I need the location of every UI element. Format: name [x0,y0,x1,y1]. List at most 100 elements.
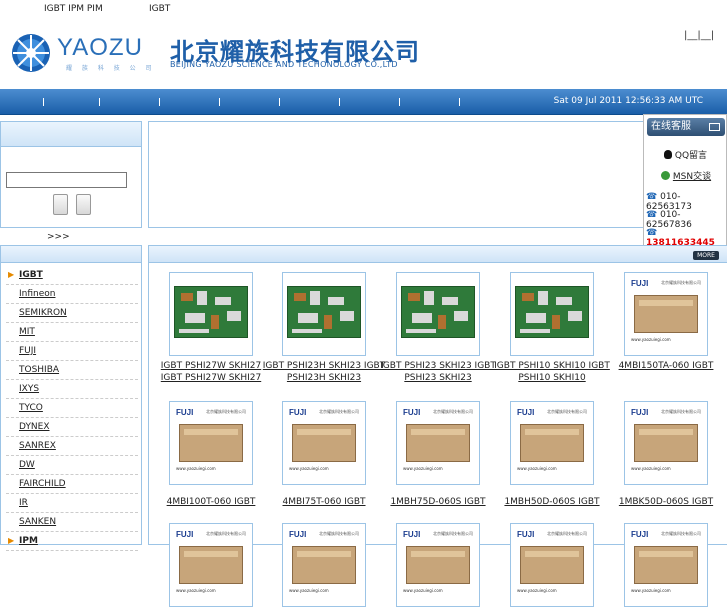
category-item-ipm[interactable]: ▶ IPM [6,532,138,551]
category-link[interactable]: MIT [19,327,35,337]
module-company-text: 北京耀族科技有限公司 [206,409,246,414]
logo-text-yaozu: YAOZU [57,34,143,61]
product-name-link[interactable]: IGBT PSHI10 SKHI10 IGBT PSHI10 SKHI10 [490,360,614,384]
category-link[interactable]: SANKEN [19,517,56,527]
product-thumbnail[interactable] [169,272,253,356]
product-name-link[interactable]: IGBT PSHI23H SKHI23 IGBT PSHI23H SKHI23 [262,360,386,384]
category-item-igbt[interactable]: ▶ IGBT [6,266,138,285]
product-thumbnail[interactable]: FUJI 北京耀族科技有限公司 www.yaozuiegi.com [169,523,253,607]
category-item-dw[interactable]: DW [6,456,138,475]
login-more-link[interactable]: >>> [47,232,70,242]
igbt-module-image: FUJI 北京耀族科技有限公司 www.yaozuiegi.com [286,406,362,480]
arrow-right-icon: ▶ [8,270,15,279]
service-title: 在线客服 [651,121,691,132]
msn-chat-link[interactable]: MSN交谈 [661,169,711,182]
category-link[interactable]: DW [19,460,35,470]
module-company-text: 北京耀族科技有限公司 [661,531,701,536]
nav-separator [43,98,44,106]
product-thumbnail[interactable]: FUJI 北京耀族科技有限公司 www.yaozuiegi.com [510,523,594,607]
igbt-module-image: FUJI 北京耀族科技有限公司 www.yaozuiegi.com [173,406,249,480]
product-name-link[interactable]: 4MBI150TA-060 IGBT [604,360,727,372]
product-thumbnail[interactable]: FUJI 北京耀族科技有限公司 www.yaozuiegi.com [624,523,708,607]
circuit-board-image [401,286,475,338]
service-header: 在线客服 [647,118,725,136]
module-company-text: 北京耀族科技有限公司 [319,409,359,414]
category-panel: ▶ IGBT Infineon SEMIKRON MIT FUJI TOSHIBA… [0,245,142,551]
product-name-link[interactable]: IGBT PSHI23 SKHI23 IGBT PSHI23 SKHI23 [376,360,500,384]
more-button[interactable]: MORE [693,251,719,260]
top-link-igbt[interactable]: IGBT [149,4,170,14]
category-link[interactable]: Infineon [19,289,55,299]
igbt-module-image: FUJI 北京耀族科技有限公司 www.yaozuiegi.com [400,406,476,480]
category-item-semikron[interactable]: SEMIKRON [6,304,138,323]
product-thumbnail[interactable]: FUJI 北京耀族科技有限公司 www.yaozuiegi.com [624,272,708,356]
category-link[interactable]: FAIRCHILD [19,479,66,489]
product-thumbnail[interactable] [282,272,366,356]
top-bar: IGBT IPM PIM IGBT [0,0,727,20]
category-item-sanrex[interactable]: SANREX [6,437,138,456]
product-thumbnail[interactable]: FUJI 北京耀族科技有限公司 www.yaozuiegi.com [282,523,366,607]
product-thumbnail[interactable]: FUJI 北京耀族科技有限公司 www.yaozuiegi.com [396,523,480,607]
category-link[interactable]: SEMIKRON [19,308,67,318]
nav-datetime: Sat 09 Jul 2011 12:56:33 AM UTC [553,96,703,106]
phone-1: ☎ 010-62563173 [646,192,726,212]
login-button[interactable] [53,194,68,215]
product-name-link[interactable]: IGBT PSHI27W SKHI27 IGBT PSHI27W SKHI27 [149,360,273,384]
category-item-fairchild[interactable]: FAIRCHILD [6,475,138,494]
category-item-ixys[interactable]: IXYS [6,380,138,399]
product-thumbnail[interactable]: FUJI 北京耀族科技有限公司 www.yaozuiegi.com [282,401,366,485]
main-nav: Sat 09 Jul 2011 12:56:33 AM UTC [0,89,727,115]
category-item-infineon[interactable]: Infineon [6,285,138,304]
header-links[interactable]: |__|__| [684,30,714,41]
fuji-brand-text: FUJI [631,279,649,288]
category-link[interactable]: IR [19,498,28,508]
category-item-ir[interactable]: IR [6,494,138,513]
category-link[interactable]: FUJI [19,346,36,356]
product-name-link[interactable]: 1MBH75D-060S IGBT [376,496,500,508]
mail-icon [709,123,720,131]
phone-2: ☎ 010-62567836 [646,210,726,230]
category-link[interactable]: SANREX [19,441,56,451]
module-body [179,424,243,462]
product-thumbnail[interactable]: FUJI 北京耀族科技有限公司 www.yaozuiegi.com [510,401,594,485]
category-item-toshiba[interactable]: TOSHIBA [6,361,138,380]
starburst-logo-icon [12,34,50,72]
register-button[interactable] [76,194,91,215]
product-name-link[interactable]: 4MBI100T-060 IGBT [149,496,273,508]
category-link[interactable]: TYCO [19,403,43,413]
category-item-fuji[interactable]: FUJI [6,342,138,361]
product-name-link[interactable]: 1MBH50D-060S IGBT [490,496,614,508]
login-panel [0,121,142,228]
nav-separator [99,98,100,106]
category-item-dynex[interactable]: DYNEX [6,418,138,437]
category-link[interactable]: IGBT [19,270,43,280]
module-company-text: 北京耀族科技有限公司 [433,409,473,414]
category-item-mit[interactable]: MIT [6,323,138,342]
fuji-brand-text: FUJI [631,408,649,417]
category-link[interactable]: IXYS [19,384,39,394]
login-panel-header [1,122,141,147]
category-link[interactable]: TOSHIBA [19,365,59,375]
login-input[interactable] [6,172,127,188]
company-logo[interactable]: YAOZU 耀 族 科 技 公 司 北京耀族科技有限公司 BEIJING YAO… [10,30,420,76]
product-name-link[interactable]: 1MBK50D-060S IGBT [604,496,727,508]
module-body [520,424,584,462]
category-link[interactable]: DYNEX [19,422,50,432]
fuji-brand-text: FUJI [631,530,649,539]
product-thumbnail[interactable]: FUJI 北京耀族科技有限公司 www.yaozuiegi.com [624,401,708,485]
product-thumbnail[interactable] [396,272,480,356]
product-name-link[interactable]: 4MBI75T-060 IGBT [262,496,386,508]
module-body [179,546,243,584]
product-thumbnail[interactable]: FUJI 北京耀族科技有限公司 www.yaozuiegi.com [169,401,253,485]
fuji-brand-text: FUJI [289,408,307,417]
product-thumbnail[interactable] [510,272,594,356]
nav-separator [279,98,280,106]
top-link-igbt-ipm-pim[interactable]: IGBT IPM PIM [44,4,103,14]
module-url-text: www.yaozuiegi.com [517,466,557,471]
msn-buddy-icon [661,171,670,180]
category-item-tyco[interactable]: TYCO [6,399,138,418]
category-item-sanken[interactable]: SANKEN [6,513,138,532]
fuji-brand-text: FUJI [403,408,421,417]
product-thumbnail[interactable]: FUJI 北京耀族科技有限公司 www.yaozuiegi.com [396,401,480,485]
qq-message-link[interactable]: QQ留言 [664,148,707,161]
